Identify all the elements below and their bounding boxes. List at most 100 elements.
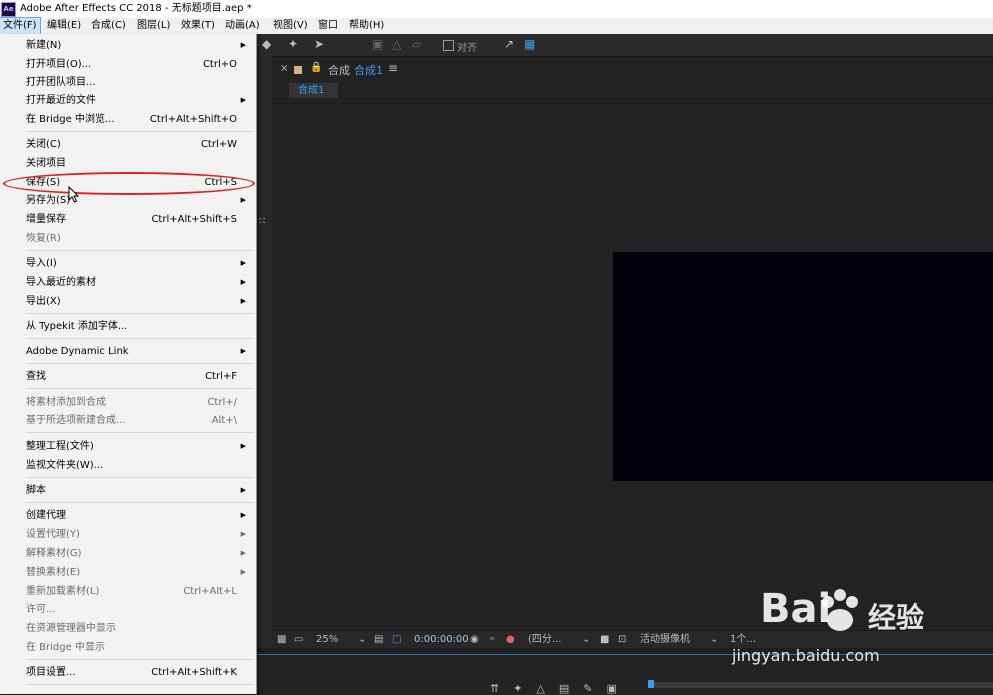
menu-item-export[interactable]: 导出(X) ▶	[2, 292, 254, 311]
resolution-chevron-down-icon[interactable]: ⌄	[582, 631, 590, 649]
menu-item-watch-folder[interactable]: 监视文件夹(W)...	[2, 456, 254, 475]
menu-item-open-team-project[interactable]: 打开团队项目...	[2, 73, 254, 92]
composition-canvas[interactable]	[613, 252, 993, 481]
transparency-grid-icon[interactable]: ■	[600, 631, 609, 649]
menu-item-import-recent[interactable]: 导入最近的素材 ▶	[2, 273, 254, 292]
submenu-arrow-icon: ▶	[240, 347, 246, 355]
menu-item-typekit[interactable]: 从 Typekit 添加字体...	[2, 317, 254, 336]
menu-item-add-footage-to-comp[interactable]: 将素材添加到合成 Ctrl+/	[2, 393, 254, 412]
eraser-tool-icon[interactable]: ◆	[262, 37, 271, 51]
camera-chevron-down-icon[interactable]: ⌄	[710, 631, 718, 649]
monitor-icon[interactable]: ▭	[294, 631, 303, 649]
window-title: Adobe After Effects CC 2018 - 无标题项目.aep …	[20, 3, 252, 14]
submenu-arrow-icon: ▶	[240, 486, 246, 494]
menu-item-new-comp-from-selection[interactable]: 基于所选项新建合成... Alt+\	[2, 411, 254, 430]
baidu-jingyan-watermark: Bai 经验 jingyan.baidu.com	[732, 584, 990, 690]
lock-icon[interactable]: 🔒	[310, 62, 322, 73]
menu-item-interpret-footage[interactable]: 解释素材(G) ▶	[2, 544, 254, 563]
grid-icon[interactable]: ⊡	[618, 631, 626, 649]
menu-separator	[26, 659, 254, 660]
menu-item-import[interactable]: 导入(I) ▶	[2, 254, 254, 273]
playhead[interactable]	[648, 680, 654, 688]
puppet-pin-tool-icon[interactable]: ➤	[314, 37, 324, 51]
submenu-arrow-icon: ▶	[240, 549, 246, 557]
menu-layer[interactable]: 图层(L)	[134, 18, 173, 34]
menu-item-dynamic-link[interactable]: Adobe Dynamic Link ▶	[2, 342, 254, 361]
menu-item-create-proxy[interactable]: 创建代理 ▶	[2, 506, 254, 525]
color-channels-icon[interactable]: ●	[506, 631, 515, 649]
menu-item-close-project[interactable]: 关闭项目	[2, 154, 254, 173]
menu-item-find[interactable]: 查找 Ctrl+F	[2, 367, 254, 386]
expand-icon[interactable]: ↗	[504, 37, 514, 51]
composition-panel-header: × 🔒 合成 合成1 ≡ 合成1	[272, 57, 993, 104]
menu-item-reload-footage[interactable]: 重新加载素材(L) Ctrl+Alt+L	[2, 582, 254, 601]
menu-separator	[26, 502, 254, 503]
menu-item-dependencies[interactable]: 整理工程(文件) ▶	[2, 437, 254, 456]
snap-checkbox[interactable]	[443, 40, 454, 51]
region-of-interest-icon[interactable]: □	[392, 631, 401, 649]
menu-separator	[26, 684, 254, 685]
show-snapshot-icon[interactable]: ⚭	[488, 631, 496, 649]
menu-item-reveal-in-explorer[interactable]: 在资源管理器中显示	[2, 619, 254, 638]
menu-view[interactable]: 视图(V)	[270, 18, 311, 34]
menu-item-browse-bridge[interactable]: 在 Bridge 中浏览... Ctrl+Alt+Shift+O	[2, 110, 254, 129]
always-preview-icon[interactable]: ▩	[277, 631, 286, 649]
menu-item-increment-save[interactable]: 增量保存 Ctrl+Alt+Shift+S	[2, 210, 254, 229]
menu-animation[interactable]: 动画(A)	[222, 18, 263, 34]
menu-item-revert[interactable]: 恢复(R)	[2, 229, 254, 248]
paw-icon	[822, 589, 858, 631]
menu-item-close[interactable]: 关闭(C) Ctrl+W	[2, 135, 254, 154]
composition-viewer[interactable]	[272, 104, 993, 630]
comp-tab-prefix: 合成	[328, 64, 350, 77]
menu-composition[interactable]: 合成(C)	[88, 18, 129, 34]
menu-bar: 文件(F) 编辑(E) 合成(C) 图层(L) 效果(T) 动画(A) 视图(V…	[0, 17, 993, 35]
roto-brush-tool-icon[interactable]: ✦	[288, 37, 298, 51]
submenu-arrow-icon: ▶	[240, 511, 246, 519]
resolution-icon[interactable]: ▤	[374, 631, 383, 649]
menu-item-open-recent[interactable]: 打开最近的文件 ▶	[2, 91, 254, 110]
submenu-arrow-icon: ▶	[240, 530, 246, 538]
submenu-arrow-icon: ▶	[240, 96, 246, 104]
menu-help[interactable]: 帮助(H)	[346, 18, 387, 34]
watermark-url: jingyan.baidu.com	[732, 646, 880, 665]
submenu-arrow-icon: ▶	[240, 196, 246, 204]
menu-item-reveal-in-bridge[interactable]: 在 Bridge 中显示	[2, 638, 254, 657]
menu-effect[interactable]: 效果(T)	[178, 18, 218, 34]
axis-tool-icon[interactable]: ▣	[372, 37, 383, 51]
camera-select[interactable]: 活动摄像机	[640, 631, 690, 649]
comp-tab-name[interactable]: 合成1	[354, 62, 383, 78]
resolution-select[interactable]: (四分...	[528, 631, 561, 649]
watermark-cn: 经验	[868, 601, 925, 634]
title-bar: Ae Adobe After Effects CC 2018 - 无标题项目.a…	[0, 0, 993, 18]
snap-label: 对齐	[457, 43, 477, 54]
submenu-arrow-icon: ▶	[240, 568, 246, 576]
tools-toolbar: ◆ ✦ ➤ ▣ △ ▱ 对齐 ↗ ▦	[256, 34, 993, 57]
menu-window[interactable]: 窗口	[315, 18, 341, 34]
menu-edit[interactable]: 编辑(E)	[44, 18, 84, 34]
panel-grip-icon[interactable]: ∷	[259, 216, 265, 227]
comp-breadcrumb-tab[interactable]: 合成1	[289, 83, 339, 98]
menu-item-open-project[interactable]: 打开项目(O)... Ctrl+O	[2, 55, 254, 74]
snapshot-camera-icon[interactable]: ◉	[470, 631, 479, 649]
menu-item-project-settings[interactable]: 项目设置... Ctrl+Alt+Shift+K	[2, 663, 254, 682]
workspace-icon[interactable]: ▦	[524, 37, 535, 51]
menu-item-set-proxy[interactable]: 设置代理(Y) ▶	[2, 525, 254, 544]
submenu-arrow-icon: ▶	[240, 442, 246, 450]
menu-item-scripts[interactable]: 脚本 ▶	[2, 481, 254, 500]
zoom-select[interactable]: 25%	[316, 631, 338, 649]
menu-file[interactable]: 文件(F)	[0, 17, 41, 35]
current-timecode[interactable]: 0:00:00:00	[414, 631, 469, 649]
menu-item-replace-footage[interactable]: 替换素材(E) ▶	[2, 563, 254, 582]
menu-item-license[interactable]: 许可...	[2, 600, 254, 619]
submenu-arrow-icon: ▶	[240, 278, 246, 286]
close-icon[interactable]: ×	[280, 63, 288, 74]
timeline-switch-icons[interactable]: ⇈✦△▤✎▣	[490, 682, 631, 695]
panel-menu-icon[interactable]: ≡	[388, 61, 398, 75]
local-axis-icon[interactable]: △	[392, 37, 401, 51]
menu-item-new[interactable]: 新建(N) ▶	[2, 36, 254, 55]
submenu-arrow-icon: ▶	[240, 259, 246, 267]
menu-separator	[26, 313, 254, 314]
zoom-chevron-down-icon[interactable]: ⌄	[358, 631, 366, 649]
file-menu-dropdown: 新建(N) ▶ 打开项目(O)... Ctrl+O 打开团队项目... 打开最近…	[0, 34, 257, 694]
world-axis-icon[interactable]: ▱	[412, 37, 421, 51]
